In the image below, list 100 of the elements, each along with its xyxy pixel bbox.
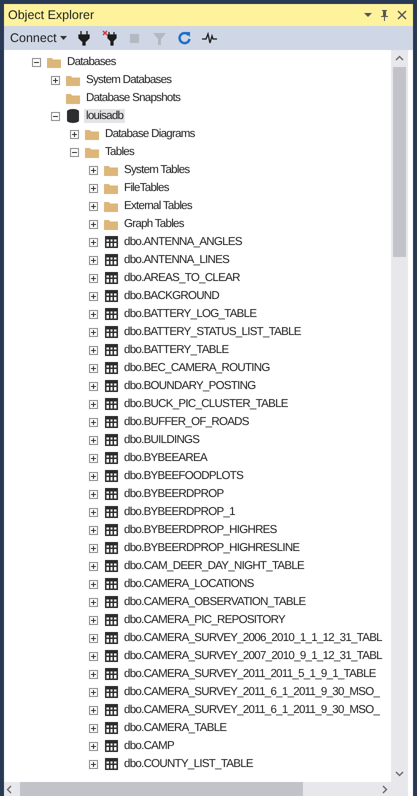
expand-icon[interactable] [88,220,98,228]
tree-item[interactable]: dbo.ANTENNA_LINES [122,253,232,267]
tree-item[interactable]: Databases [65,55,118,69]
plug-icon[interactable] [76,30,92,46]
tree-item[interactable]: dbo.BYBEERDPROP [122,487,226,501]
expand-icon[interactable] [88,382,98,390]
tree-item[interactable]: Tables [103,145,136,159]
expand-icon[interactable] [88,724,98,732]
tree-item[interactable]: dbo.CAMERA_SURVEY_2007_2010_9_1_12_31_TABL [122,649,384,663]
expand-icon[interactable] [88,400,98,408]
vertical-scrollbar[interactable] [391,50,408,782]
expand-icon[interactable] [88,454,98,462]
tree-item[interactable]: System Tables [122,163,192,177]
tree-item[interactable]: dbo.BYBEEFOODPLOTS [122,469,246,483]
expand-icon[interactable] [88,526,98,534]
tree-item[interactable]: dbo.BUCK_PIC_CLUSTER_TABLE [122,397,290,411]
tree-item[interactable]: dbo.CAMERA_PIC_REPOSITORY [122,613,288,627]
expand-icon[interactable] [88,256,98,264]
horizontal-scrollbar[interactable] [4,782,408,796]
tree-item[interactable]: System Databases [84,73,174,87]
tree-item[interactable]: Database Diagrams [103,127,197,141]
tree-item[interactable]: dbo.CAMERA_SURVEY_2011_6_1_2011_9_30_MSO_ [122,703,382,717]
expand-icon[interactable] [88,274,98,282]
tree-item[interactable]: dbo.AREAS_TO_CLEAR [122,271,242,285]
folder-icon [66,92,80,104]
tree-item[interactable]: FileTables [122,181,171,195]
tree-item[interactable]: dbo.BYBEERDPROP_1 [122,505,237,519]
scroll-up-icon[interactable] [395,55,404,61]
tree-item[interactable]: dbo.CAM_DEER_DAY_NIGHT_TABLE [122,559,306,573]
tree-item[interactable]: dbo.CAMERA_LOCATIONS [122,577,256,591]
expand-icon[interactable] [88,652,98,660]
tree-item[interactable]: dbo.CAMERA_TABLE [122,721,228,735]
expand-icon[interactable] [88,544,98,552]
refresh-icon[interactable] [176,30,192,46]
tree-item[interactable]: dbo.BYBEERDPROP_HIGHRES [122,523,279,537]
tree-item[interactable]: dbo.ANTENNA_ANGLES [122,235,244,249]
tree-item[interactable]: dbo.BYBEEAREA [122,451,209,465]
close-icon[interactable] [397,10,407,20]
tree-item[interactable]: dbo.BATTERY_LOG_TABLE [122,307,258,321]
tree-item[interactable]: dbo.CAMERA_SURVEY_2006_2010_1_1_12_31_TABL [122,631,384,645]
expand-icon[interactable] [88,436,98,444]
expand-icon[interactable] [88,688,98,696]
expand-icon[interactable] [88,634,98,642]
table-icon [104,308,118,320]
scroll-down-icon[interactable] [395,771,404,777]
expand-icon[interactable] [88,706,98,714]
tree-item[interactable]: dbo.BYBEERDPROP_HIGHRESLINE [122,541,302,555]
tree-item[interactable]: dbo.COUNTY_LIST_TABLE [122,757,255,771]
tree-item[interactable]: dbo.BACKGROUND [122,289,222,303]
expand-icon[interactable] [88,508,98,516]
connect-button[interactable]: Connect [8,31,69,45]
tree-item[interactable]: dbo.BATTERY_TABLE [122,343,230,357]
expand-icon[interactable] [88,346,98,354]
scrollbar-thumb[interactable] [393,67,406,257]
expand-icon[interactable] [50,76,60,84]
tree-item[interactable]: dbo.CAMERA_OBSERVATION_TABLE [122,595,308,609]
scroll-left-icon[interactable] [6,784,12,794]
expand-icon[interactable] [88,472,98,480]
expand-icon[interactable] [88,490,98,498]
collapse-icon[interactable] [50,112,60,120]
expand-icon[interactable] [88,598,98,606]
tree-item[interactable]: dbo.BATTERY_STATUS_LIST_TABLE [122,325,303,339]
pulse-icon[interactable] [202,30,217,46]
expand-icon[interactable] [88,580,98,588]
expand-icon[interactable] [88,616,98,624]
table-icon [104,650,118,662]
expand-icon[interactable] [88,238,98,246]
tree-item[interactable]: dbo.BEC_CAMERA_ROUTING [122,361,272,375]
tree-item[interactable]: Database Snapshots [84,91,182,105]
tree-item[interactable]: dbo.CAMERA_SURVEY_2011_6_1_2011_9_30_MSO_ [122,685,382,699]
expand-icon[interactable] [88,292,98,300]
tree-item[interactable]: External Tables [122,199,194,213]
tree-item[interactable]: dbo.CAMERA_SURVEY_2011_2011_5_1_9_1_TABLE [122,667,378,681]
expand-icon[interactable] [88,202,98,210]
expand-icon[interactable] [88,670,98,678]
expand-icon[interactable] [88,760,98,768]
expand-icon[interactable] [88,742,98,750]
expand-icon[interactable] [88,184,98,192]
pin-icon[interactable] [380,10,389,20]
unplug-icon[interactable] [102,30,117,46]
expand-icon[interactable] [88,166,98,174]
expand-icon[interactable] [88,562,98,570]
collapse-icon[interactable] [32,58,40,66]
table-icon [104,614,118,626]
tree-item[interactable]: Graph Tables [122,217,186,231]
scroll-right-icon[interactable] [382,784,388,794]
tree-item[interactable]: dbo.BOUNDARY_POSTING [122,379,258,393]
expand-icon[interactable] [88,418,98,426]
tree-item[interactable]: dbo.CAMP [122,739,176,753]
expand-icon[interactable] [88,328,98,336]
expand-icon[interactable] [88,310,98,318]
expand-icon[interactable] [70,130,78,138]
folder-icon [85,128,99,140]
tree-item[interactable]: dbo.BUFFER_OF_ROADS [122,415,251,429]
tree-item[interactable]: dbo.BUILDINGS [122,433,202,447]
expand-icon[interactable] [88,364,98,372]
scrollbar-thumb[interactable] [20,782,303,796]
collapse-icon[interactable] [70,148,78,156]
tree-item[interactable]: louisadb [84,109,126,123]
dropdown-icon[interactable] [364,12,372,18]
